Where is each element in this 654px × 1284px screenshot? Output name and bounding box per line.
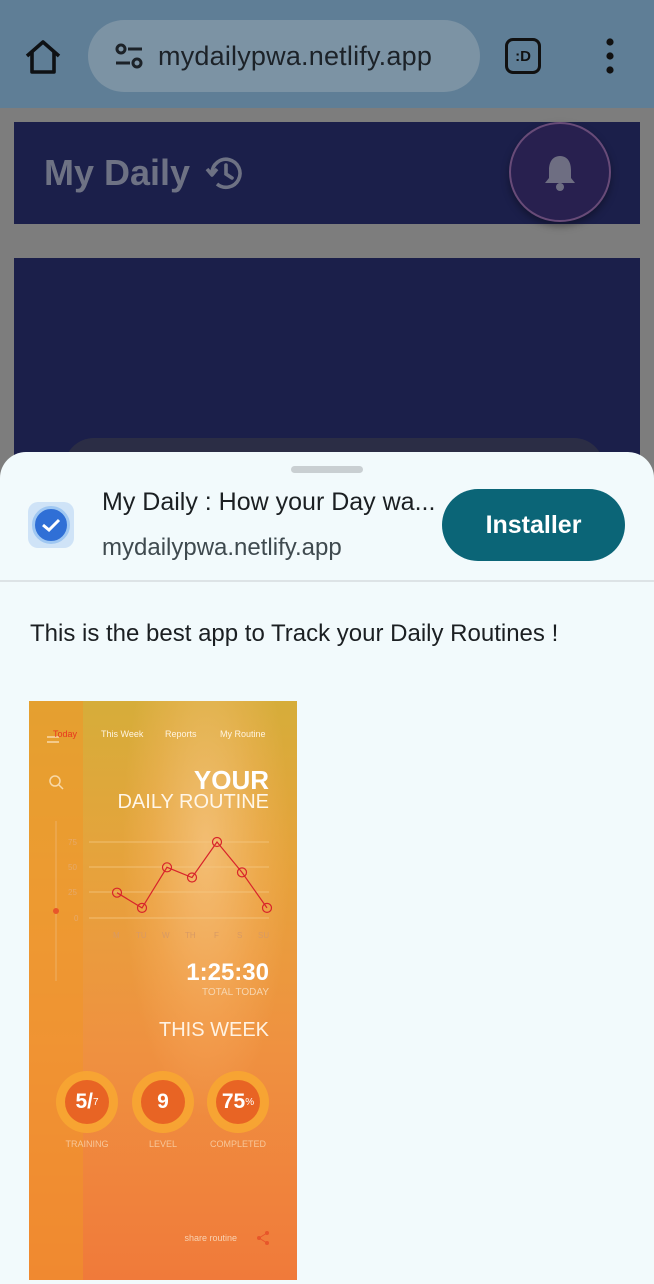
preview-day: TH [185, 931, 196, 940]
preview-tick: 50 [68, 863, 77, 872]
check-glyph [42, 518, 61, 532]
preview-day: TU [136, 931, 147, 940]
stat-suffix: % [245, 1096, 255, 1108]
preview-stat-completed: 75% [207, 1071, 269, 1133]
preview-total-time: 1:25:30 [186, 959, 269, 986]
routine-point [111, 887, 123, 898]
preview-day: S [237, 931, 243, 940]
stat-value: 9 [157, 1090, 169, 1113]
url-text[interactable]: mydailypwa.netlify.app [158, 41, 432, 72]
home-icon[interactable] [22, 36, 64, 78]
install-button[interactable]: Installer [442, 489, 625, 561]
site-settings-icon[interactable] [112, 39, 146, 73]
checkmark-icon [32, 506, 70, 544]
address-bar[interactable]: mydailypwa.netlify.app [88, 20, 480, 92]
preview-day: SU [258, 931, 270, 940]
stat-value: 75 [221, 1090, 246, 1113]
hero-banner [14, 258, 640, 498]
preview-nav-today: Today [53, 729, 78, 739]
app-header: My Daily [14, 122, 640, 224]
stat-value: 5/ [75, 1090, 93, 1113]
preview-nav-my-routine: My Routine [220, 729, 266, 739]
page-title: My Daily [44, 152, 191, 193]
preview-week-label: THIS WEEK [158, 1019, 269, 1041]
stat-label: COMPLETED [209, 1139, 266, 1149]
preview-heading-light: DAILY ROUTINE [117, 791, 269, 813]
notification-button[interactable] [509, 122, 611, 222]
preview-tick: 25 [68, 888, 77, 897]
preview-total-label: TOTAL TODAY [201, 987, 269, 998]
app-screenshot-preview[interactable]: Today This Week Reports My Routine YOUR … [29, 701, 297, 1280]
app-description: This is the best app to Track your Daily… [30, 620, 559, 647]
preview-day: M [113, 931, 120, 940]
preview-day: W [162, 931, 170, 940]
app-icon [28, 502, 74, 548]
divider [0, 580, 654, 582]
preview-day: F [214, 931, 219, 940]
stat-suffix: 7 [92, 1096, 99, 1108]
app-url: mydailypwa.netlify.app [102, 534, 342, 561]
app-name: My Daily : How your Day wa... [102, 488, 436, 516]
history-icon[interactable] [204, 152, 246, 194]
preview-stat-level: 9 [132, 1071, 194, 1133]
tab-switcher-button[interactable]: :D [505, 38, 541, 74]
stat-label: LEVEL [148, 1139, 178, 1149]
preview-share-label: share routine [184, 1233, 237, 1243]
more-menu-icon[interactable] [598, 36, 622, 76]
preview-tick: 75 [68, 838, 77, 847]
preview-tick: 0 [74, 914, 79, 923]
bell-icon [545, 156, 575, 191]
preview-stat-training: 5/7 [56, 1071, 118, 1133]
preview-nav-this-week: This Week [101, 729, 144, 739]
install-sheet: My Daily : How your Day wa... mydailypwa… [0, 452, 654, 1284]
drag-handle[interactable] [291, 466, 363, 473]
tab-switcher-label: :D [515, 47, 531, 65]
stat-label: TRAINING [65, 1139, 109, 1149]
browser-toolbar: mydailypwa.netlify.app :D [0, 0, 654, 108]
preview-nav-reports: Reports [165, 729, 197, 739]
